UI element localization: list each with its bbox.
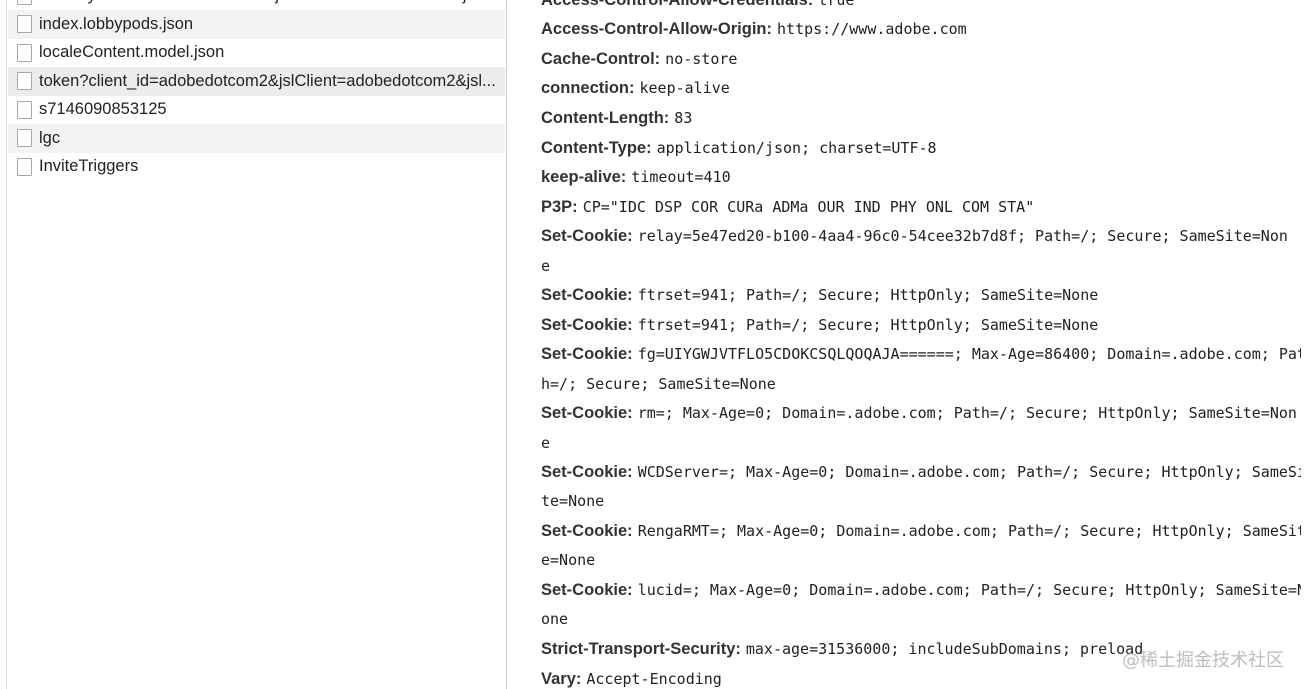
header-line: Set-Cookie: ftrset=941; Path=/; Secure; H…: [541, 281, 1301, 310]
header-key: P3P:: [541, 197, 578, 216]
response-headers-panel: Access-Control-Allow-Credentials:trueAcc…: [508, 0, 1304, 689]
header-key: Set-Cookie:: [541, 286, 633, 305]
header-line: Set-Cookie: relay=5e47ed20-b100-4aa4-96c0…: [541, 222, 1301, 251]
header-row: Access-Control-Allow-Origin: https://www.…: [541, 15, 1301, 44]
header-value: max-age=31536000; includeSubDomains; pre…: [745, 639, 1144, 658]
header-line: Set-Cookie: fg=UIYGWJVTFLO5CDOKCSQLQOQAJA…: [541, 340, 1301, 369]
file-icon: [17, 72, 32, 91]
header-key: Set-Cookie:: [541, 463, 633, 482]
header-row: P3P: CP="IDC DSP COR CURa ADMa OUR IND PH…: [541, 193, 1301, 222]
header-line: Access-Control-Allow-Credentials: true: [541, 0, 1301, 15]
header-value: CP="IDC DSP COR CURa ADMa OUR IND PHY ON…: [582, 197, 1035, 216]
header-row: Set-Cookie: relay=5e47ed20-b100-4aa4-96c0…: [541, 222, 1301, 281]
header-value: rm=; Max-Age=0; Domain=.adobe.com; Path=…: [637, 404, 1297, 423]
header-value-continuation: e: [541, 256, 551, 275]
header-line: Cache-Control: no-store: [541, 45, 1301, 74]
header-value: application/json; charset=UTF-8: [656, 138, 937, 157]
header-line: Content-Length: 83: [541, 104, 1301, 133]
header-row: Set-Cookie: rm=; Max-Age=0; Domain=.adobe…: [541, 399, 1301, 458]
file-icon: [17, 157, 32, 176]
header-value: timeout=410: [631, 168, 731, 187]
header-value: fg=UIYGWJVTFLO5CDOKCSQLQOQAJA======; Max…: [637, 345, 1301, 364]
header-value: 83: [674, 108, 693, 127]
header-value: lucid=; Max-Age=0; Domain=.adobe.com; Pa…: [637, 581, 1301, 599]
header-line: Content-Type: application/json; charset=U…: [541, 134, 1301, 163]
header-line: Set-Cookie: rm=; Max-Age=0; Domain=.adobe…: [541, 399, 1301, 428]
header-value: Accept-Encoding: [586, 669, 722, 688]
header-line: Set-Cookie: ftrset=941; Path=/; Secure; H…: [541, 311, 1301, 340]
header-value: no-store: [665, 49, 738, 68]
header-key: connection:: [541, 79, 635, 98]
header-value-continuation: te=None: [541, 492, 605, 511]
request-row[interactable]: s7146090853125: [8, 96, 505, 125]
header-value-continuation: one: [541, 610, 569, 629]
header-value: ftrset=941; Path=/; Secure; HttpOnly; Sa…: [637, 315, 1099, 334]
request-name: token?client_id=adobedotcom2&jslClient=a…: [39, 71, 496, 90]
header-value: https://www.adobe.com: [777, 20, 967, 39]
request-name: index.lobbypods.json: [39, 14, 194, 33]
header-key: Set-Cookie:: [541, 404, 633, 423]
file-icon: [17, 100, 32, 119]
header-row: connection: keep-alive: [541, 74, 1301, 103]
header-key: keep-alive:: [541, 168, 627, 187]
header-row: Cache-Control: no-store: [541, 45, 1301, 74]
header-key: Set-Cookie:: [541, 522, 633, 541]
header-row: keep-alive: timeout=410: [541, 163, 1301, 192]
panel-divider: [6, 0, 7, 689]
file-icon: [17, 15, 32, 34]
header-line: Set-Cookie: lucid=; Max-Age=0; Domain=.ad…: [541, 576, 1301, 605]
header-row: Set-Cookie: ftrset=941; Path=/; Secure; H…: [541, 281, 1301, 310]
header-key: Access-Control-Allow-Origin:: [541, 20, 773, 39]
request-row[interactable]: localeContent.model.json: [8, 39, 505, 68]
request-list-panel: deliveryPclient=adobedotcom2&jslClient=a…: [0, 0, 507, 689]
header-row: Set-Cookie: ftrset=941; Path=/; Secure; H…: [541, 311, 1301, 340]
header-row: Set-Cookie: lucid=; Max-Age=0; Domain=.ad…: [541, 576, 1301, 635]
header-key: Strict-Transport-Security:: [541, 639, 741, 658]
header-line: connection: keep-alive: [541, 74, 1301, 103]
header-line: Access-Control-Allow-Origin: https://www.…: [541, 15, 1301, 44]
header-row: Content-Length: 83: [541, 104, 1301, 133]
header-row: Set-Cookie: WCDServer=; Max-Age=0; Domain…: [541, 458, 1301, 517]
request-name: lgc: [39, 128, 61, 147]
header-line: keep-alive: timeout=410: [541, 163, 1301, 192]
header-value: keep-alive: [639, 79, 730, 98]
header-key: Set-Cookie:: [541, 227, 633, 246]
header-value-continuation: h=/; Secure; SameSite=None: [541, 374, 776, 393]
header-row: Content-Type: application/json; charset=U…: [541, 134, 1301, 163]
header-key: Access-Control-Allow-Credentials:: [541, 0, 813, 9]
request-row[interactable]: InviteTriggers: [8, 153, 505, 182]
file-icon: [17, 129, 32, 148]
request-row[interactable]: token?client_id=adobedotcom2&jslClient=a…: [8, 67, 505, 96]
header-key: Cache-Control:: [541, 49, 661, 68]
request-row[interactable]: deliveryPclient=adobedotcom2&jslClient=a…: [8, 0, 505, 10]
header-key: Set-Cookie:: [541, 581, 633, 599]
watermark: @稀土掘金技术社区: [1122, 650, 1284, 671]
header-value: true: [818, 0, 854, 9]
header-key: Set-Cookie:: [541, 315, 633, 334]
header-row: Access-Control-Allow-Credentials: true: [541, 0, 1301, 15]
request-name: deliveryPclient=adobedotcom2&jslClient=a…: [39, 0, 505, 5]
file-icon: [17, 43, 32, 62]
header-key: Vary:: [541, 669, 582, 688]
header-value: WCDServer=; Max-Age=0; Domain=.adobe.com…: [637, 463, 1301, 482]
request-row[interactable]: index.lobbypods.json: [8, 10, 505, 39]
header-value: RengaRMT=; Max-Age=0; Domain=.adobe.com;…: [637, 522, 1301, 541]
request-name: localeContent.model.json: [39, 43, 225, 62]
header-value-continuation: e: [541, 433, 551, 452]
header-row: Set-Cookie: RengaRMT=; Max-Age=0; Domain=…: [541, 517, 1301, 576]
header-key: Content-Type:: [541, 138, 652, 157]
request-name: InviteTriggers: [39, 157, 139, 176]
header-key: Set-Cookie:: [541, 345, 633, 364]
header-line: Set-Cookie: RengaRMT=; Max-Age=0; Domain=…: [541, 517, 1301, 546]
file-icon: [17, 0, 32, 5]
header-key: Content-Length:: [541, 108, 670, 127]
request-name: s7146090853125: [39, 100, 167, 119]
header-value: ftrset=941; Path=/; Secure; HttpOnly; Sa…: [637, 286, 1099, 305]
header-line: Set-Cookie: WCDServer=; Max-Age=0; Domain…: [541, 458, 1301, 487]
header-value-continuation: e=None: [541, 551, 596, 570]
header-value: relay=5e47ed20-b100-4aa4-96c0-54cee32b7d…: [637, 227, 1288, 246]
request-row[interactable]: lgc: [8, 124, 505, 153]
header-row: Set-Cookie: fg=UIYGWJVTFLO5CDOKCSQLQOQAJA…: [541, 340, 1301, 399]
header-line: P3P: CP="IDC DSP COR CURa ADMa OUR IND PH…: [541, 193, 1301, 222]
